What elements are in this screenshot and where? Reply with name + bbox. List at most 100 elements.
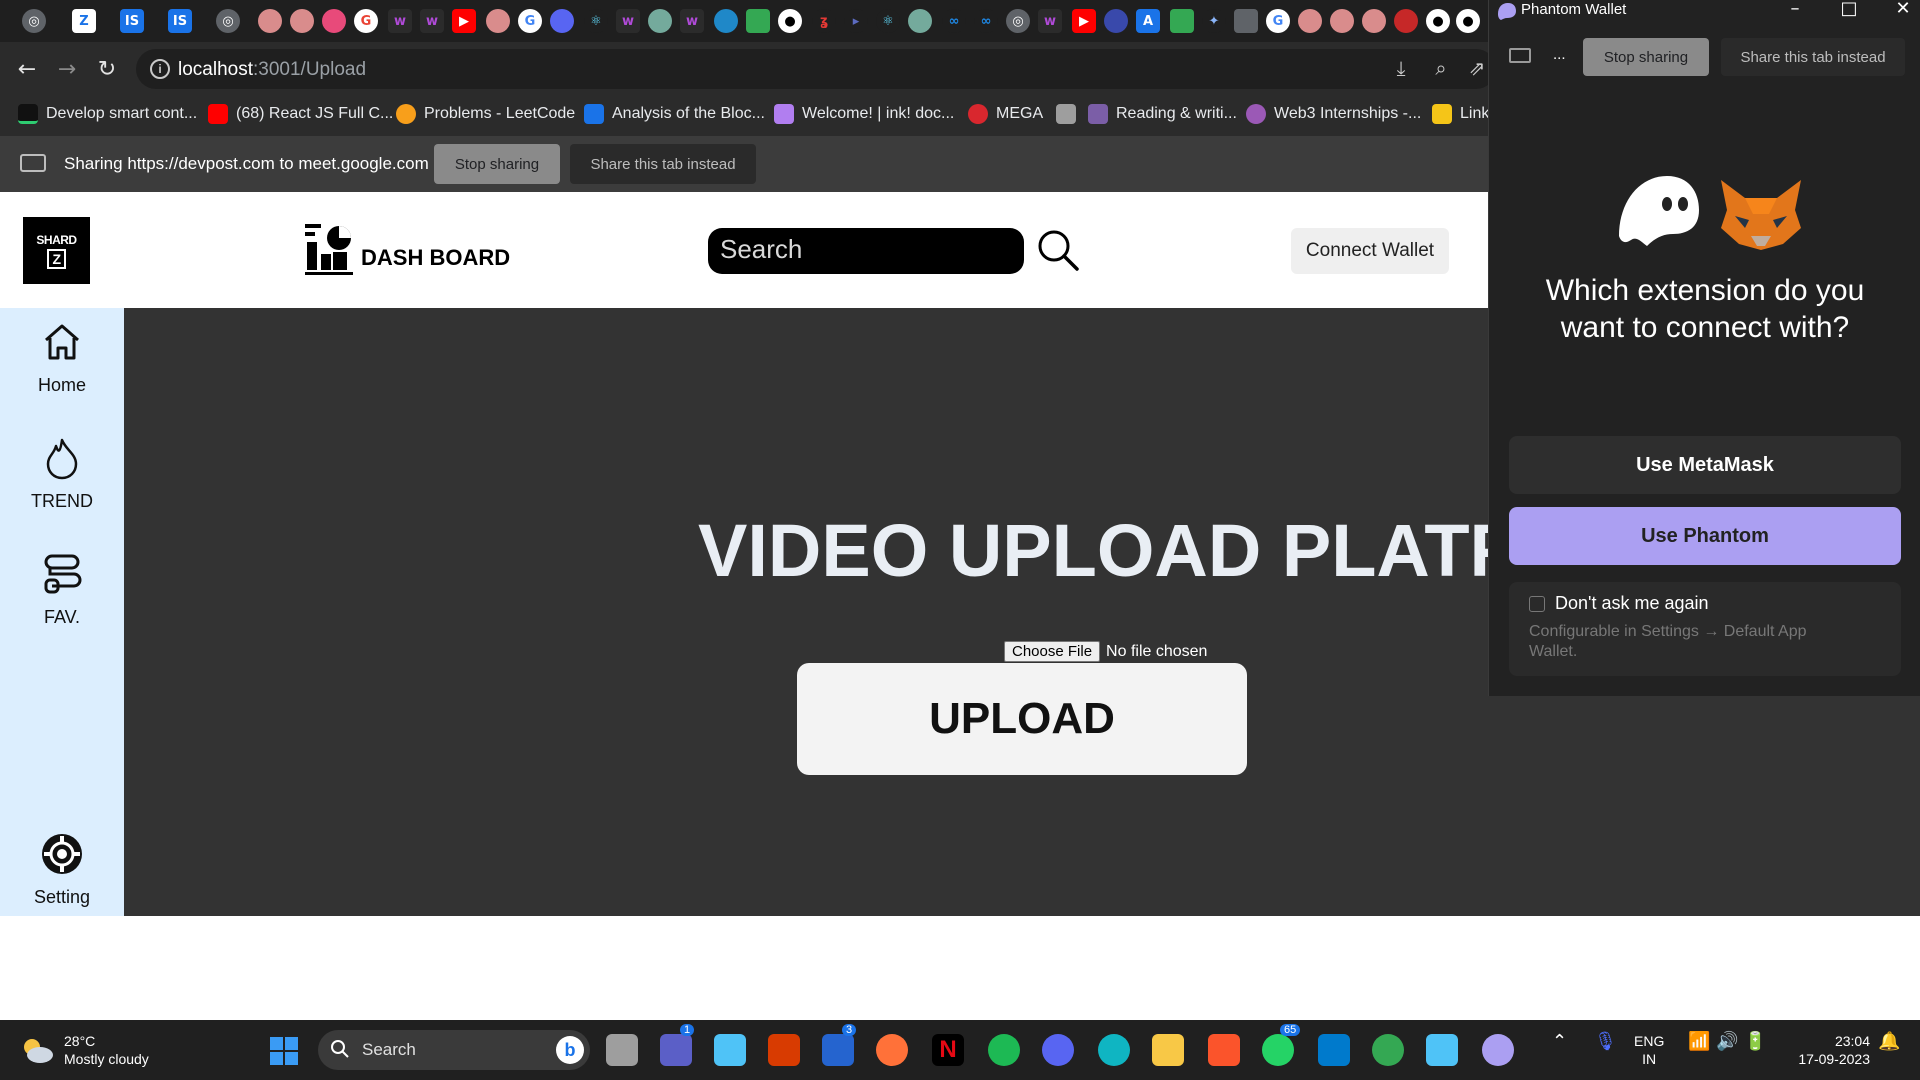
dont-ask-checkbox[interactable] xyxy=(1529,596,1545,612)
share-this-tab-button[interactable]: Share this tab instead xyxy=(570,144,756,184)
tab-favicon[interactable]: ◎ xyxy=(216,9,240,33)
bookmark-item[interactable] xyxy=(1056,104,1084,124)
tab-favicon[interactable] xyxy=(648,9,672,33)
tab-favicon[interactable] xyxy=(1330,9,1354,33)
tab-favicon[interactable]: ◎ xyxy=(22,9,46,33)
maximize-icon[interactable]: □ xyxy=(1833,0,1865,19)
tab-favicon[interactable] xyxy=(322,9,346,33)
use-metamask-button[interactable]: Use MetaMask xyxy=(1509,436,1901,494)
microphone-icon[interactable]: 🎙 xyxy=(1594,1032,1617,1050)
tab-favicon[interactable]: ● xyxy=(1426,9,1450,33)
dashboard-link[interactable]: DASH BOARD xyxy=(303,222,510,276)
language-indicator[interactable]: ENG IN xyxy=(1634,1032,1664,1068)
file-explorer-icon[interactable] xyxy=(1152,1034,1184,1066)
wifi-icon[interactable]: 📶 xyxy=(1688,1032,1710,1050)
stop-sharing-button[interactable]: Stop sharing xyxy=(434,144,560,184)
tab-favicon[interactable]: Z xyxy=(72,9,96,33)
tab-favicon[interactable]: ● xyxy=(778,9,802,33)
vscode-icon[interactable] xyxy=(1318,1034,1350,1066)
tab-favicon[interactable] xyxy=(746,9,770,33)
site-info-icon[interactable]: i xyxy=(150,59,170,79)
bookmark-item[interactable]: Problems - LeetCode xyxy=(396,104,575,124)
tab-favicon[interactable]: IS xyxy=(120,9,144,33)
bing-icon[interactable]: b xyxy=(556,1036,584,1064)
tab-favicon[interactable]: ✦ xyxy=(1202,9,1226,33)
sidebar-item-trend[interactable]: TREND xyxy=(0,436,124,512)
tab-favicon[interactable]: w xyxy=(680,9,704,33)
notifications-icon[interactable]: 🔔 xyxy=(1878,1032,1900,1050)
chevron-up-icon[interactable]: ⌃ xyxy=(1552,1032,1567,1050)
bookmark-item[interactable]: Link xyxy=(1432,104,1489,124)
tab-favicon[interactable]: ∞ xyxy=(974,9,998,33)
netflix-icon[interactable]: N xyxy=(932,1034,964,1066)
tab-favicon[interactable]: ⚛ xyxy=(584,9,608,33)
address-bar[interactable]: i localhost:3001/Upload xyxy=(136,49,1496,89)
bookmark-item[interactable]: Web3 Internships -... xyxy=(1246,104,1421,124)
tab-favicon[interactable] xyxy=(1394,9,1418,33)
tab-favicon[interactable] xyxy=(1170,9,1194,33)
tab-favicon[interactable]: ▸ xyxy=(844,9,868,33)
phantom-icon[interactable] xyxy=(1482,1034,1514,1066)
bookmark-item[interactable]: MEGA xyxy=(968,104,1043,124)
tab-favicon[interactable]: ʓ xyxy=(812,9,836,33)
bookmark-item[interactable]: (68) React JS Full C... xyxy=(208,104,393,124)
share-icon[interactable]: ⇗ xyxy=(1464,55,1490,81)
stop-sharing-button[interactable]: Stop sharing xyxy=(1583,38,1709,76)
tab-favicon[interactable]: G xyxy=(354,9,378,33)
sidebar-item-home[interactable]: Home xyxy=(0,320,124,396)
forward-icon[interactable]: → xyxy=(52,54,82,84)
edge-icon[interactable] xyxy=(1098,1034,1130,1066)
chrome-icon[interactable] xyxy=(1372,1034,1404,1066)
bookmark-item[interactable]: Welcome! | ink! doc... xyxy=(774,104,954,124)
share-this-tab-button[interactable]: Share this tab instead xyxy=(1721,38,1905,76)
tab-favicon[interactable] xyxy=(290,9,314,33)
remote-desktop-icon[interactable] xyxy=(714,1034,746,1066)
tab-favicon[interactable]: ● xyxy=(1456,9,1480,33)
sidebar-item-fav[interactable]: FAV. xyxy=(0,552,124,628)
connect-wallet-button[interactable]: Connect Wallet xyxy=(1291,228,1449,274)
tab-favicon[interactable]: G xyxy=(1266,9,1290,33)
choose-file-button[interactable]: Choose File xyxy=(1004,641,1101,662)
bookmark-item[interactable]: Reading & writi... xyxy=(1088,104,1237,124)
firefox-icon[interactable] xyxy=(876,1034,908,1066)
volume-icon[interactable]: 🔊 xyxy=(1716,1032,1738,1050)
tab-favicon[interactable] xyxy=(258,9,282,33)
file-input[interactable]: Choose File No file chosen xyxy=(1004,641,1207,662)
sidebar-item-setting[interactable]: Setting xyxy=(0,832,124,908)
tab-favicon[interactable] xyxy=(1362,9,1386,33)
install-app-icon[interactable]: ⤓ xyxy=(1388,55,1414,81)
whatsapp-icon[interactable]: 65 xyxy=(1262,1024,1301,1066)
close-icon[interactable]: ✕ xyxy=(1887,0,1919,19)
dont-ask-label[interactable]: Don't ask me again xyxy=(1555,593,1709,614)
tab-favicon[interactable]: w xyxy=(616,9,640,33)
tab-favicon[interactable]: ▶ xyxy=(452,9,476,33)
office-icon[interactable] xyxy=(768,1034,800,1066)
taskbar-search[interactable]: Search b xyxy=(318,1030,590,1070)
minimize-icon[interactable]: – xyxy=(1779,0,1811,19)
search-icon[interactable] xyxy=(1036,228,1080,272)
zoom-icon[interactable]: ⌕ xyxy=(1428,55,1454,81)
tab-favicon[interactable]: w xyxy=(420,9,444,33)
tab-favicon[interactable] xyxy=(550,9,574,33)
teams-icon[interactable]: 1 xyxy=(660,1024,695,1066)
tab-favicon[interactable]: ∞ xyxy=(942,9,966,33)
tab-favicon[interactable] xyxy=(486,9,510,33)
tab-favicon[interactable] xyxy=(1298,9,1322,33)
tab-favicon[interactable]: G xyxy=(518,9,542,33)
battery-icon[interactable]: 🔋 xyxy=(1744,1032,1766,1050)
brave-icon[interactable] xyxy=(1208,1034,1240,1066)
start-menu-icon[interactable] xyxy=(270,1037,298,1065)
tab-favicon[interactable] xyxy=(1234,9,1258,33)
reload-icon[interactable]: ↻ xyxy=(92,54,122,84)
notepad-icon[interactable] xyxy=(1426,1034,1458,1066)
clock[interactable]: 23:04 17-09-2023 xyxy=(1790,1032,1870,1068)
tab-favicon[interactable]: A xyxy=(1136,9,1160,33)
spotify-icon[interactable] xyxy=(988,1034,1020,1066)
tab-favicon[interactable] xyxy=(908,9,932,33)
tab-favicon[interactable]: IS xyxy=(168,9,192,33)
back-icon[interactable]: ← xyxy=(12,54,42,84)
tab-favicon[interactable]: ▶ xyxy=(1072,9,1096,33)
tab-favicon[interactable]: ⚛ xyxy=(876,9,900,33)
tab-favicon[interactable]: w xyxy=(388,9,412,33)
tab-favicon[interactable]: ◎ xyxy=(1006,9,1030,33)
